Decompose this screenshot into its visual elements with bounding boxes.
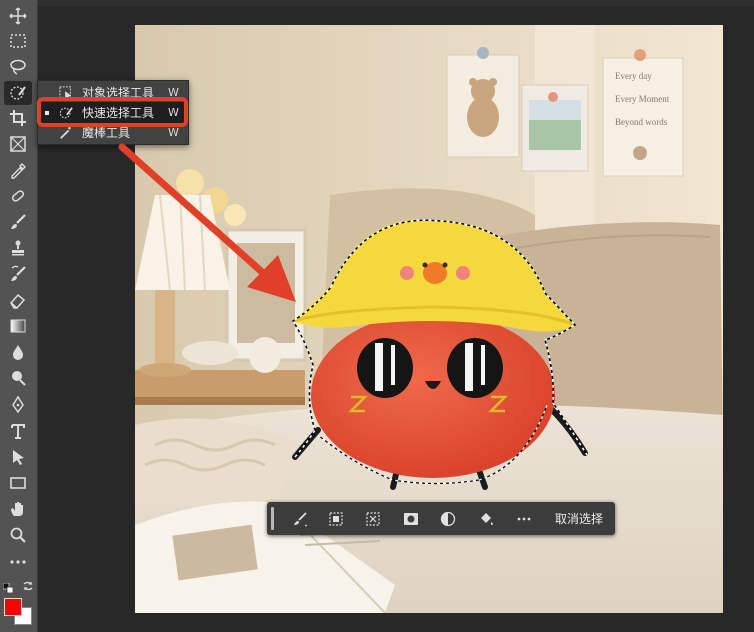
transform-selection-icon bbox=[366, 512, 380, 526]
pen-tool-icon[interactable] bbox=[4, 393, 32, 417]
marquee-tool-icon[interactable] bbox=[4, 29, 32, 53]
crop-tool-icon[interactable] bbox=[4, 106, 32, 130]
move-tool-icon[interactable] bbox=[4, 4, 32, 28]
adjustment-layer-button[interactable] bbox=[437, 508, 459, 530]
brush-select-icon bbox=[294, 512, 308, 527]
lasso-tool-icon[interactable] bbox=[4, 55, 32, 79]
history-brush-tool-icon[interactable] bbox=[4, 262, 32, 286]
mask-icon bbox=[404, 513, 418, 525]
modify-selection-button[interactable] bbox=[325, 508, 347, 530]
zoom-tool-icon[interactable] bbox=[4, 523, 32, 547]
brush-tool-icon[interactable] bbox=[4, 210, 32, 234]
type-tool-icon[interactable] bbox=[4, 419, 32, 443]
hand-tool-icon[interactable] bbox=[4, 497, 32, 521]
eraser-tool-icon[interactable] bbox=[4, 288, 32, 312]
dodge-tool-icon[interactable] bbox=[4, 366, 32, 390]
rectangle-tool-icon[interactable] bbox=[4, 471, 32, 495]
select-subject-button[interactable] bbox=[289, 508, 311, 530]
adjustment-icon bbox=[440, 511, 456, 527]
healing-brush-tool-icon[interactable] bbox=[4, 184, 32, 208]
clone-stamp-tool-icon[interactable] bbox=[4, 236, 32, 260]
path-selection-tool-icon[interactable] bbox=[4, 445, 32, 469]
more-options-button[interactable] bbox=[513, 508, 535, 530]
poster-text-1: Every day bbox=[615, 71, 652, 81]
top-panel-edge bbox=[37, 0, 754, 6]
fill-selection-button[interactable] bbox=[475, 508, 497, 530]
modify-selection-icon bbox=[329, 512, 343, 526]
create-mask-button[interactable] bbox=[400, 508, 422, 530]
gradient-tool-icon[interactable] bbox=[4, 314, 32, 338]
foreground-color-swatch[interactable] bbox=[4, 598, 22, 616]
paint-bucket-icon bbox=[481, 513, 493, 525]
poster-text-3: Beyond words bbox=[615, 117, 668, 127]
tools-panel bbox=[0, 0, 38, 632]
transform-selection-button[interactable] bbox=[362, 508, 384, 530]
frame-tool-icon[interactable] bbox=[4, 132, 32, 156]
drag-handle[interactable] bbox=[271, 507, 274, 530]
quick-select-tool-icon[interactable] bbox=[4, 81, 32, 105]
poster-text-2: Every Moment bbox=[615, 94, 670, 104]
magic-wand-shortcut: W bbox=[168, 126, 179, 139]
default-colors-icon[interactable] bbox=[2, 578, 14, 594]
blur-tool-icon[interactable] bbox=[4, 340, 32, 364]
more-tools-icon[interactable] bbox=[4, 550, 32, 574]
deselect-button[interactable]: 取消选择 bbox=[555, 510, 603, 527]
highlight-box-annotation bbox=[37, 97, 188, 127]
contextual-task-bar: 取消选择 bbox=[267, 502, 615, 535]
eyedropper-tool-icon[interactable] bbox=[4, 158, 32, 182]
more-icon bbox=[517, 517, 531, 521]
swap-colors-icon[interactable] bbox=[22, 577, 34, 591]
